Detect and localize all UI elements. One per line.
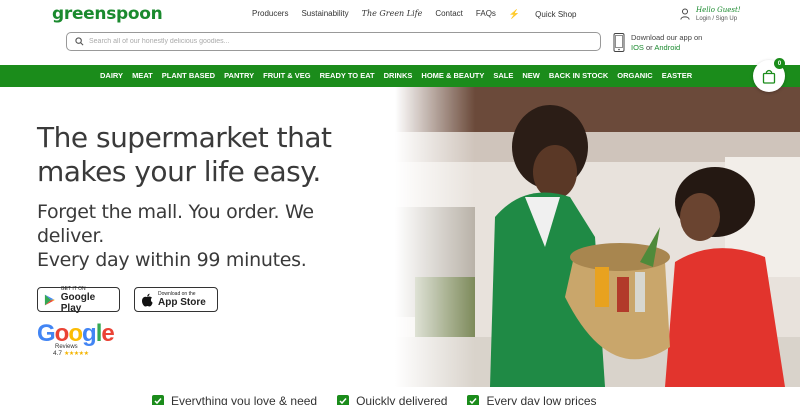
nav-the-green-life[interactable]: The Green Life <box>362 9 423 20</box>
app-store-button[interactable]: Download on the App Store <box>134 287 218 312</box>
cart-button[interactable]: 0 <box>753 58 785 92</box>
category-back-in-stock[interactable]: BACK IN STOCK <box>549 71 608 80</box>
hero-headline: The supermarket that makes your life eas… <box>37 121 332 188</box>
category-sale[interactable]: SALE <box>493 71 513 80</box>
hero-subline-1: Forget the mall. You order. We deliver. <box>37 201 314 247</box>
feature-item: Quickly delivered <box>337 394 447 405</box>
google-play-label: Google Play <box>60 291 96 314</box>
ios-link[interactable]: IOS <box>631 43 644 52</box>
site-header: greenspoon Producers Sustainability The … <box>0 0 800 64</box>
rating-value: 4.7 <box>53 350 63 357</box>
top-navigation: Producers Sustainability The Green Life … <box>252 9 603 20</box>
apple-icon <box>142 293 153 306</box>
greeting-text: Hello Guest! <box>696 6 741 14</box>
category-meat[interactable]: MEAT <box>132 71 153 80</box>
category-home-beauty[interactable]: HOME & BEAUTY <box>421 71 484 80</box>
google-logo: Google <box>37 320 115 347</box>
nav-sustainability[interactable]: Sustainability <box>301 9 348 20</box>
feature-item: Every day low prices <box>467 394 597 405</box>
app-download[interactable]: Download our app on IOS or Android <box>613 33 702 53</box>
category-easter[interactable]: EASTER <box>662 71 692 80</box>
rating-stars: ★★★★★ <box>64 351 89 357</box>
hero-subline-2: Every day within 99 minutes. <box>37 249 307 271</box>
account-link[interactable]: Hello Guest! Login / Sign Up <box>680 6 741 22</box>
category-ready-to-eat[interactable]: READY TO EAT <box>320 71 375 80</box>
login-signup-link[interactable]: Login / Sign Up <box>696 16 741 22</box>
category-plant-based[interactable]: PLANT BASED <box>162 71 215 80</box>
hero-image-fade <box>395 87 475 387</box>
android-link[interactable]: Android <box>654 43 680 52</box>
category-fruit-veg[interactable]: FRUIT & VEG <box>263 71 311 80</box>
feature-label: Quickly delivered <box>356 394 448 405</box>
google-play-button[interactable]: GET IT ON Google Play <box>37 286 120 314</box>
google-play-icon <box>44 294 55 305</box>
category-bar: DAIRY MEAT PLANT BASED PANTRY FRUIT & VE… <box>0 65 800 87</box>
nav-producers[interactable]: Producers <box>252 9 288 20</box>
quick-shop-label: Quick Shop <box>535 10 577 19</box>
category-pantry[interactable]: PANTRY <box>224 71 254 80</box>
app-download-text: Download our app on <box>631 33 703 42</box>
feature-label: Every day low prices <box>486 394 597 405</box>
feature-label: Everything you love & need <box>171 394 318 405</box>
nav-quick-shop[interactable]: ⚡ Quick Shop <box>509 9 590 20</box>
category-dairy[interactable]: DAIRY <box>100 71 123 80</box>
rating-row: 4.7 ★★★★★ <box>53 350 114 357</box>
or-text: or <box>646 43 653 52</box>
hero-subheadline: Forget the mall. You order. We deliver. … <box>37 200 357 272</box>
category-drinks[interactable]: DRINKS <box>384 71 413 80</box>
check-icon <box>337 395 350 405</box>
search-icon <box>75 37 84 46</box>
app-store-label: App Store <box>158 297 206 308</box>
nav-faqs[interactable]: FAQs <box>476 9 496 20</box>
lightning-icon: ⚡ <box>508 9 521 19</box>
check-icon <box>467 395 480 405</box>
cart-count-badge: 0 <box>774 58 785 69</box>
search-bar[interactable] <box>66 32 601 51</box>
feature-list: Everything you love & need Quickly deliv… <box>152 394 617 405</box>
google-reviews-badge[interactable]: Google Reviews 4.7 ★★★★★ <box>37 320 115 358</box>
search-input[interactable] <box>89 38 569 45</box>
shopping-bag-icon <box>762 69 776 84</box>
user-icon <box>680 8 690 20</box>
phone-icon <box>613 33 625 52</box>
greenspoon-logo[interactable]: greenspoon <box>52 4 163 24</box>
check-icon <box>152 395 164 405</box>
category-new[interactable]: NEW <box>522 71 540 80</box>
nav-contact[interactable]: Contact <box>435 9 463 20</box>
category-list: DAIRY MEAT PLANT BASED PANTRY FRUIT & VE… <box>100 71 701 80</box>
feature-item: Everything you love & need <box>152 394 317 405</box>
category-organic[interactable]: ORGANIC <box>617 71 652 80</box>
